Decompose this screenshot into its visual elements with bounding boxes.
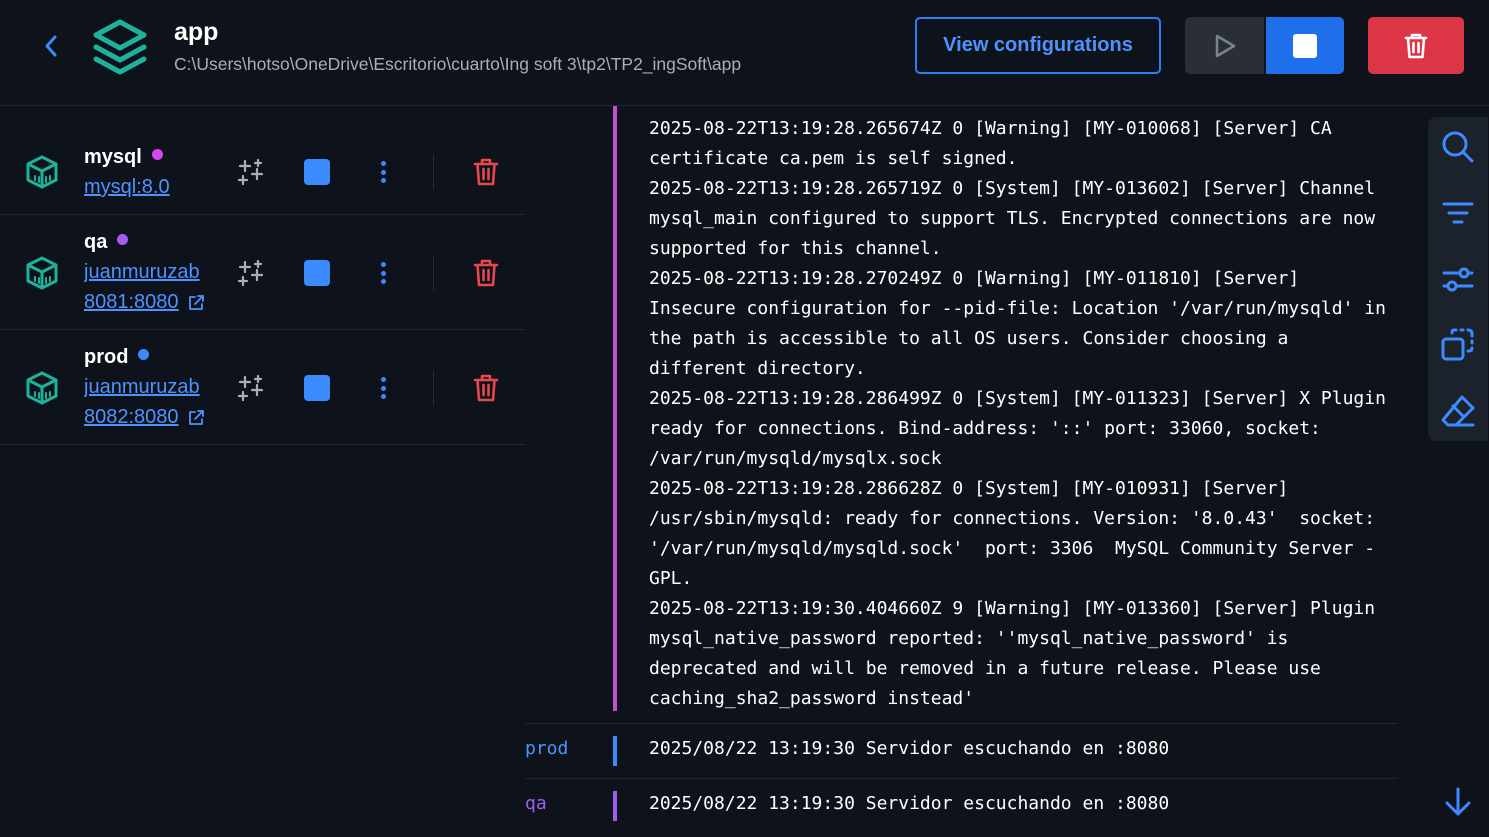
container-image-link[interactable]: juanmuruzab [84, 376, 212, 399]
play-icon [1215, 34, 1235, 57]
cube-icon [26, 256, 58, 290]
chevron-left-icon [45, 35, 57, 57]
container-row-qa[interactable]: qa juanmuruzab 8081:8080 [0, 215, 525, 330]
sparkles-icon[interactable] [236, 157, 266, 187]
delete-button[interactable] [1368, 17, 1464, 74]
container-name: mysql [84, 146, 163, 169]
trash-icon[interactable] [472, 373, 500, 403]
stop-button[interactable] [1266, 17, 1344, 74]
container-row-prod[interactable]: prod juanmuruzab 8082:8080 [0, 330, 525, 445]
kebab-menu-icon[interactable] [372, 375, 394, 401]
container-list: mysql mysql:8.0 qa juanmuruzab 8081:8080 [0, 106, 525, 445]
status-dot [117, 234, 129, 245]
status-dot [151, 149, 163, 160]
stop-container-button[interactable] [304, 159, 330, 185]
log-source-bar [613, 791, 617, 821]
cube-icon [26, 155, 58, 189]
divider [433, 255, 434, 291]
container-row-mysql[interactable]: mysql mysql:8.0 [0, 106, 525, 215]
start-button[interactable] [1185, 17, 1264, 74]
sparkles-icon[interactable] [236, 373, 266, 403]
stop-container-button[interactable] [304, 375, 330, 401]
log-message: 2025/08/22 13:19:30 Servidor escuchando … [649, 793, 1170, 814]
project-path: C:\Users\hotso\OneDrive\Escritorio\cuart… [174, 54, 742, 74]
trash-icon [1404, 33, 1428, 58]
cube-icon [26, 371, 58, 405]
back-button[interactable] [38, 32, 64, 60]
log-source-bar [613, 106, 617, 711]
log-source: prod [525, 738, 569, 759]
container-name: qa [84, 231, 129, 254]
copy-icon[interactable] [1440, 327, 1476, 363]
sparkles-icon[interactable] [236, 258, 266, 288]
log-row-qa: qa 2025/08/22 13:19:30 Servidor escuchan… [525, 779, 1398, 833]
log-message: 2025/08/22 13:19:30 Servidor escuchando … [649, 738, 1170, 759]
stop-container-button[interactable] [304, 260, 330, 286]
arrow-down-icon[interactable] [1442, 786, 1474, 818]
log-text: 2025-08-22T13:19:28.265674Z 0 [Warning] … [649, 118, 1386, 709]
header: app C:\Users\hotso\OneDrive\Escritorio\c… [0, 0, 1489, 106]
stop-icon [1293, 33, 1317, 58]
log-source-bar [613, 736, 617, 766]
search-icon[interactable] [1440, 129, 1476, 165]
trash-icon[interactable] [472, 258, 500, 288]
divider [433, 370, 434, 406]
port-link[interactable]: 8081:8080 [84, 291, 205, 314]
kebab-menu-icon[interactable] [372, 260, 394, 286]
trash-icon[interactable] [472, 157, 500, 187]
filter-icon[interactable] [1440, 195, 1476, 231]
page-title: app [174, 18, 219, 46]
divider [433, 154, 434, 190]
status-dot [138, 349, 150, 360]
view-configurations-button[interactable]: View configurations [915, 17, 1161, 74]
log-block-mysql: 2025-08-22T13:19:28.265674Z 0 [Warning] … [525, 106, 1398, 721]
log-row-prod: prod 2025/08/22 13:19:30 Servidor escuch… [525, 724, 1398, 778]
sliders-icon[interactable] [1440, 261, 1476, 297]
external-link-icon [188, 409, 204, 425]
port-link[interactable]: 8082:8080 [84, 406, 205, 429]
kebab-menu-icon[interactable] [372, 159, 394, 185]
log-toolbar [1428, 117, 1488, 441]
container-image-link[interactable]: juanmuruzab [84, 261, 212, 284]
container-name: prod [84, 346, 150, 369]
log-source: qa [525, 793, 547, 814]
external-link-icon [188, 294, 204, 310]
container-image-link[interactable]: mysql:8.0 [84, 176, 170, 199]
layers-icon [93, 19, 147, 75]
eraser-icon[interactable] [1440, 393, 1476, 429]
